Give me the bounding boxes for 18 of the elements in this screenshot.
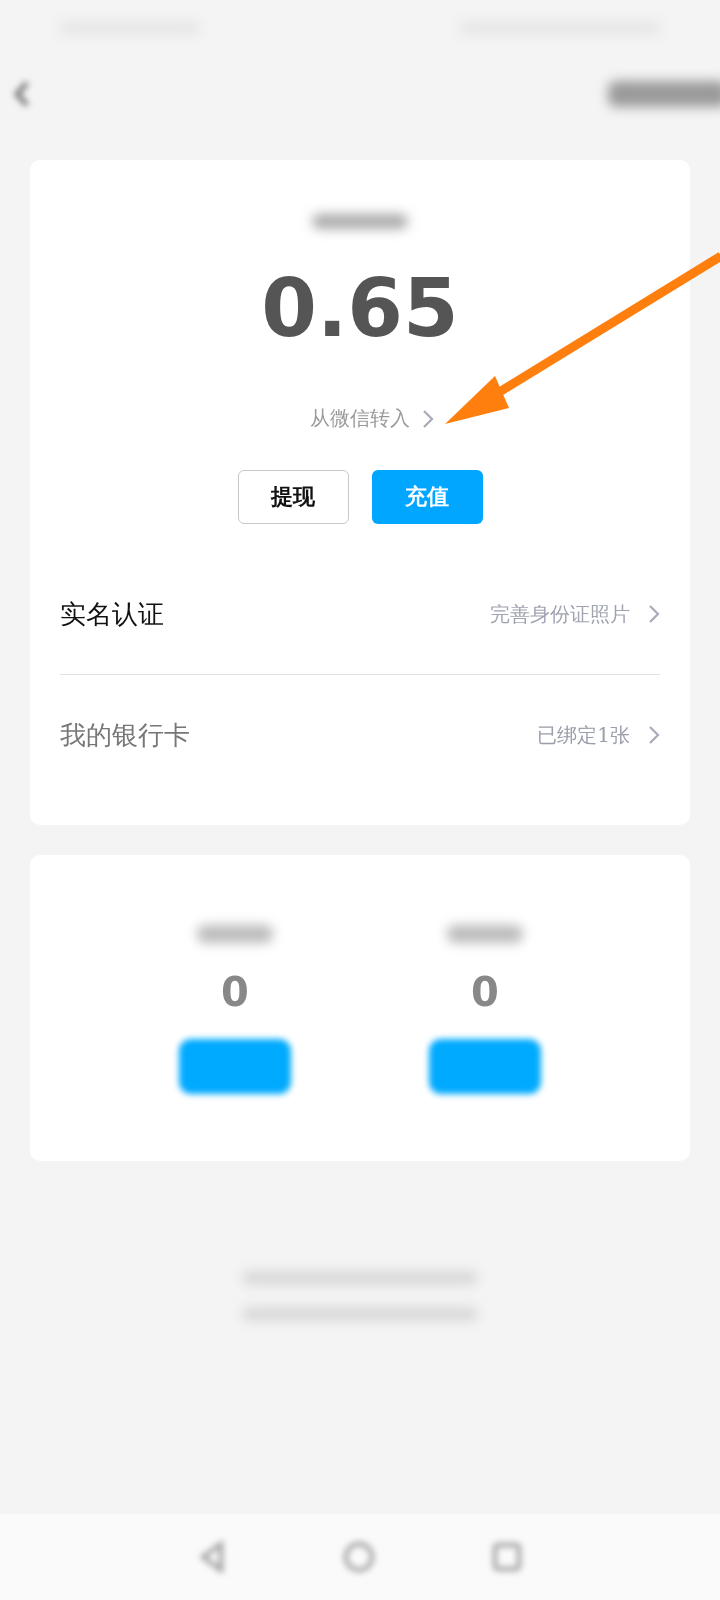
recharge-button[interactable]: 充值 <box>371 470 483 524</box>
chevron-icon <box>422 408 434 429</box>
row-title[interactable]: 我的银行卡 <box>60 717 190 753</box>
chevron-icon <box>648 604 660 624</box>
back-icon[interactable] <box>12 79 32 109</box>
row-title[interactable]: 实名认证 <box>60 596 164 632</box>
blurred-button[interactable] <box>429 1039 541 1094</box>
withdraw-button[interactable]: 提现 <box>237 470 349 524</box>
transfer-link[interactable]: 从微信转入 <box>310 405 410 432</box>
row-detail: 已绑定1张 <box>537 721 630 749</box>
chevron-icon <box>648 725 660 745</box>
home-icon[interactable] <box>342 1540 376 1574</box>
recent-apps-icon[interactable] <box>491 1541 523 1573</box>
stat-value: 0 <box>221 969 249 1015</box>
stat-value: 0 <box>471 969 499 1015</box>
balance-amount: 0.65 <box>261 269 459 349</box>
blurred-button[interactable] <box>179 1039 291 1094</box>
row-detail: 完善身份证照片 <box>490 600 630 628</box>
